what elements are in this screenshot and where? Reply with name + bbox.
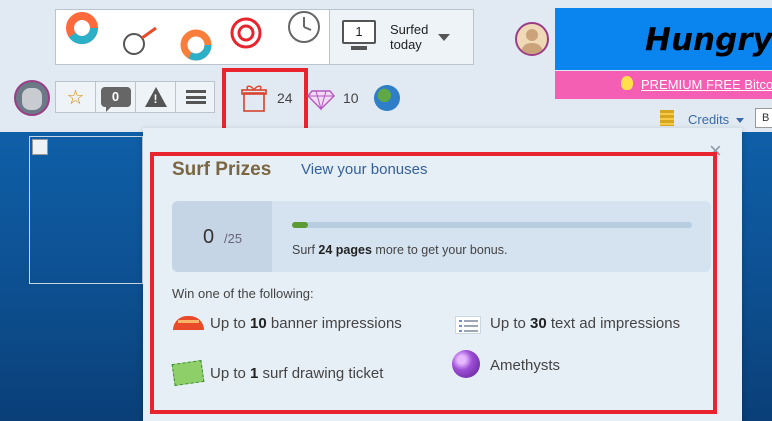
toolbar-button-group: ☆ 0 !: [55, 81, 215, 113]
monitor-icon: 1: [342, 20, 376, 50]
hamburger-icon: [186, 90, 206, 104]
surfed-label-line2: today: [390, 37, 422, 52]
progress-message-suffix: more to get your bonus.: [375, 243, 508, 257]
win-label: Win one of the following:: [172, 286, 314, 301]
stats-chart-icons: [66, 11, 320, 61]
prize-amount: 10: [250, 315, 267, 332]
avatar[interactable]: [515, 22, 549, 56]
prize-prefix: Up to: [210, 315, 246, 332]
message-bubble-icon: 0: [100, 87, 131, 112]
premium-ad-text: PREMIUM FREE Bitco: [641, 77, 772, 92]
toolbar-small-button[interactable]: B: [755, 108, 772, 128]
progress-message: Surf 24 pages more to get your bonus.: [292, 243, 507, 257]
popup-title: Surf Prizes: [172, 159, 272, 180]
menu-button[interactable]: [176, 82, 216, 112]
chevron-down-icon: [736, 118, 744, 123]
prize-text-ad-impressions: Up to 30 text ad impressions: [490, 315, 680, 332]
prize-prefix: Up to: [210, 365, 246, 382]
favorite-button[interactable]: ☆: [56, 82, 96, 112]
messages-button[interactable]: 0: [96, 82, 136, 112]
progress-message-prefix: Surf: [292, 243, 315, 257]
surfed-today-dropdown[interactable]: 1 Surfed today: [330, 9, 474, 65]
progress-bar-fill: [292, 222, 308, 228]
progress-current: 0: [203, 226, 215, 248]
ad-banner-text: Hungry: [645, 22, 772, 58]
prize-suffix: surf drawing ticket: [262, 365, 384, 382]
warning-icon: !: [144, 87, 167, 107]
messages-count: 0: [111, 89, 120, 104]
gems-count: 10: [343, 90, 359, 106]
ad-banner[interactable]: Hungry: [555, 8, 772, 70]
surfed-count: 1: [355, 24, 363, 39]
prize-suffix: banner impressions: [270, 315, 402, 332]
prize-amount: 30: [530, 315, 547, 332]
stats-charts-image[interactable]: [55, 9, 330, 65]
prize-suffix: Amethysts: [490, 357, 561, 374]
chevron-down-icon: [438, 34, 450, 41]
prize-surf-drawing-ticket: Up to 1 surf drawing ticket: [210, 365, 383, 382]
progress-total: /25: [224, 231, 243, 246]
view-bonuses-link[interactable]: View your bonuses: [301, 161, 427, 178]
lightbulb-icon: [621, 76, 633, 90]
prize-amount: 1: [250, 365, 259, 382]
progress-count-box: 0 /25: [172, 201, 272, 272]
progress-card: 0 /25 Surf 24 pages more to get your bon…: [172, 201, 711, 272]
ticket-icon: [171, 360, 205, 386]
user-avatar[interactable]: [14, 80, 50, 116]
surfed-label-line1: Surfed: [390, 22, 429, 37]
gem-icon[interactable]: [306, 82, 336, 112]
coins-icon: [660, 110, 674, 126]
prize-amethysts: Amethysts: [490, 357, 560, 374]
prize-banner-impressions: Up to 10 banner impressions: [210, 315, 402, 332]
prize-prefix: Up to: [490, 315, 526, 332]
surfed-label: Surfed today: [390, 22, 428, 52]
broken-image: [29, 136, 143, 284]
amethyst-icon: [452, 350, 480, 378]
globe-icon[interactable]: [374, 85, 400, 111]
progress-message-pages: 24 pages: [318, 243, 372, 257]
credits-dropdown[interactable]: Credits: [688, 112, 729, 127]
report-button[interactable]: !: [136, 82, 176, 112]
text-ad-icon: [455, 316, 481, 334]
premium-ad-link[interactable]: PREMIUM FREE Bitco: [555, 71, 772, 99]
progress-bar: [292, 222, 692, 228]
star-icon: ☆: [66, 86, 85, 109]
prize-suffix: text ad impressions: [550, 315, 681, 332]
